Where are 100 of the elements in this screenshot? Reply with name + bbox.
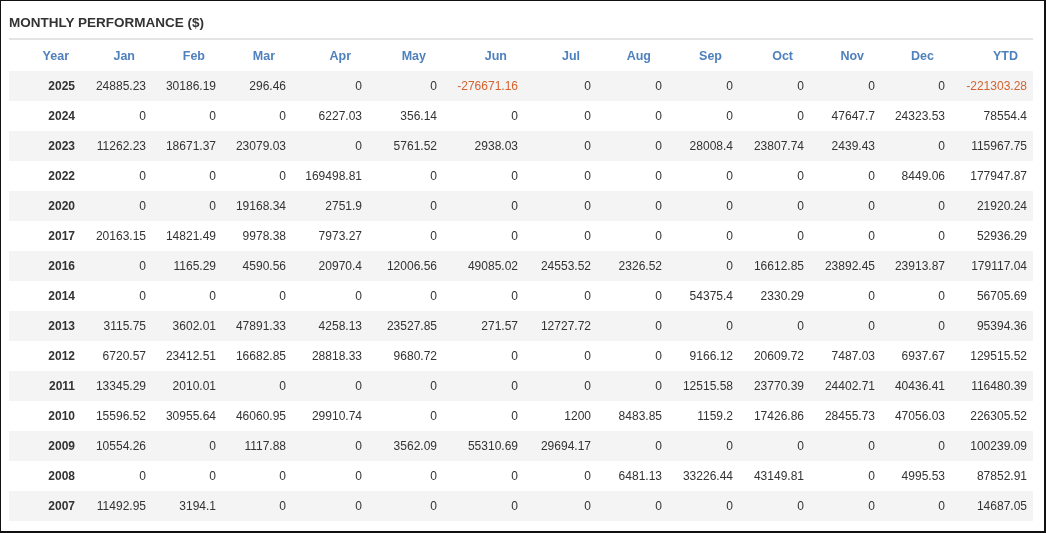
table-cell: 0 [355,439,362,453]
table-cell: 28008.4 [689,139,733,153]
table-cell: 9978.38 [242,229,286,243]
table-cell: 2439.43 [831,139,875,153]
table-cell: 23412.51 [165,349,216,363]
table-cell: 169498.81 [305,169,362,183]
table-cell: 17426.86 [753,409,804,423]
table-cell: 0 [655,319,662,333]
column-header: Oct [772,48,793,63]
year-cell: 2011 [48,379,75,393]
table-cell: 23892.45 [824,259,875,273]
table-cell: 0 [584,169,591,183]
table-cell: 0 [511,349,518,363]
table-cell: 6720.57 [102,349,146,363]
table-cell: 0 [430,169,437,183]
table-cell: 0 [279,469,286,483]
table-cell: 18671.37 [165,139,216,153]
table-cell: 0 [584,199,591,213]
year-cell: 2009 [48,439,75,453]
table-cell: 5761.52 [393,139,437,153]
table-cell: 2330.29 [760,289,804,303]
column-header: Nov [840,48,864,63]
table-cell: 0 [279,289,286,303]
column-header: Apr [329,48,351,63]
table-cell: 14821.49 [165,229,216,243]
table-cell: 0 [355,499,362,513]
table-cell: 0 [209,289,216,303]
table-cell: 0 [797,319,804,333]
table-cell: 0 [797,199,804,213]
table-cell: 0 [868,439,875,453]
table-cell: 0 [209,169,216,183]
column-header: Jun [484,48,507,63]
year-cell: 2012 [48,349,75,363]
table-cell: 356.14 [400,109,437,123]
table-cell: 10554.26 [95,439,146,453]
table-cell: 0 [511,199,518,213]
table-cell: 0 [584,379,591,393]
table-cell: 115967.75 [971,139,1027,153]
table-cell: 0 [938,199,945,213]
table-cell: 0 [797,109,804,123]
table-cell: 0 [355,79,362,93]
table-cell: 0 [797,79,804,93]
table-cell: 0 [209,439,216,453]
table-cell: 0 [868,229,875,243]
table-cell: 11492.95 [96,499,146,513]
table-cell: 28818.33 [311,349,362,363]
table-cell: 46060.95 [235,409,286,423]
table-cell: 0 [584,79,591,93]
table-cell: 2938.03 [474,139,518,153]
table-cell: 4590.56 [242,259,286,273]
table-cell: 6481.13 [618,469,662,483]
table-cell: 11262.23 [96,139,146,153]
table-cell: 0 [355,289,362,303]
table-cell: 20163.15 [95,229,146,243]
table-cell: 0 [938,79,945,93]
table-cell: -276671.16 [457,79,518,93]
table-cell: 28455.73 [824,409,875,423]
table-cell: 0 [355,139,362,153]
table-cell: 1159.2 [697,409,733,423]
column-header: May [401,48,426,63]
table-cell: 29694.17 [540,439,591,453]
table-cell: 1117.88 [244,439,286,453]
table-cell: 0 [430,199,437,213]
table-cell: 0 [655,229,662,243]
table-cell: 177947.87 [970,169,1027,183]
table-cell: 0 [584,109,591,123]
table-cell: 54375.4 [689,289,733,303]
table-cell: 1200 [564,409,591,423]
table-cell: 0 [139,469,146,483]
table-cell: 0 [797,229,804,243]
year-cell: 2016 [48,259,75,273]
table-cell: 0 [584,349,591,363]
table-cell: 56705.69 [976,289,1027,303]
table-cell: 0 [797,439,804,453]
table-cell: 0 [938,289,945,303]
table-cell: 0 [430,289,437,303]
table-cell: 0 [868,289,875,303]
table-cell: 0 [938,229,945,243]
table-cell: 0 [511,229,518,243]
table-cell: 0 [139,289,146,303]
column-header: Year [42,48,69,63]
table-cell: 3562.09 [393,439,437,453]
table-cell: 0 [430,409,437,423]
column-header: Jan [113,48,135,63]
table-cell: 21920.24 [976,199,1027,213]
table-cell: 0 [938,139,945,153]
table-cell: 2751.9 [325,199,362,213]
table-cell: 0 [430,229,437,243]
table-cell: 0 [726,199,733,213]
table-cell: 0 [726,79,733,93]
table-cell: 0 [868,319,875,333]
year-cell: 2007 [48,499,75,513]
table-cell: 129515.52 [970,349,1027,363]
table-cell: 0 [584,139,591,153]
table-cell: 9680.72 [393,349,437,363]
table-cell: 7973.27 [318,229,362,243]
table-cell: 24323.53 [894,109,945,123]
table-cell: 1165.29 [173,259,216,273]
table-cell: 271.57 [481,319,518,333]
column-header: Sep [699,48,722,63]
